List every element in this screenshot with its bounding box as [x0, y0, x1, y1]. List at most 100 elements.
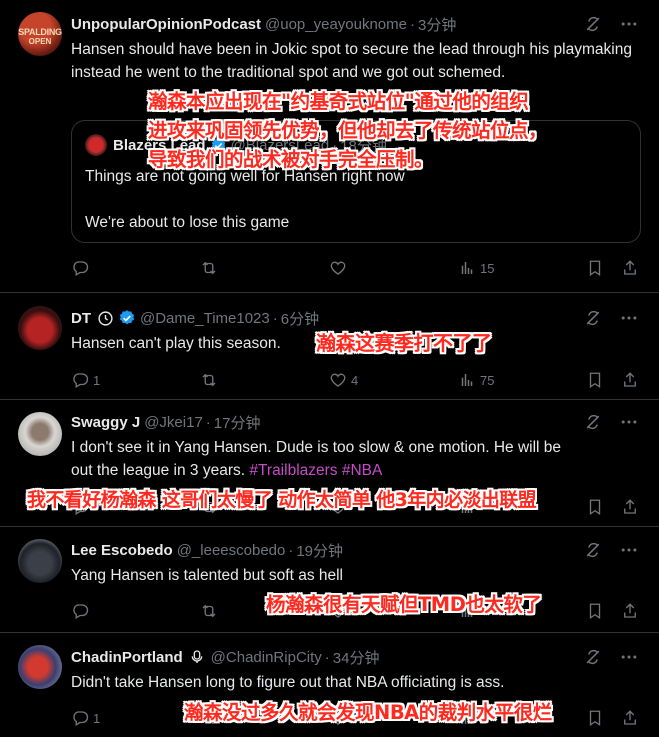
tweet-text: Hansen should have been in Jokic spot to…: [71, 41, 632, 81]
reply-button[interactable]: [71, 600, 89, 622]
bookmark-icon: [586, 602, 604, 620]
reply-count: 1: [93, 372, 101, 388]
share-icon: [621, 259, 639, 277]
caption-line: 瀚森本应出现在"约基奇式站位"通过他的组织: [148, 90, 529, 113]
action-bar: 1 4 75: [71, 369, 641, 391]
avatar-logo-text: SPALDING: [18, 27, 62, 37]
clock-badge-icon: [97, 310, 114, 327]
caption-line: 导致我们的战术被对手完全压制。: [148, 148, 434, 171]
bookmark-button[interactable]: [586, 496, 604, 518]
more-icon[interactable]: [619, 412, 639, 432]
tweet-3[interactable]: Swaggy J @Jkei17 · 17分钟 I don't see it i…: [0, 400, 659, 527]
grok-icon[interactable]: [583, 308, 603, 328]
timestamp[interactable]: 34分钟: [333, 647, 380, 668]
display-name[interactable]: UnpopularOpinionPodcast: [71, 16, 261, 33]
bookmark-icon: [586, 498, 604, 516]
tweet-2[interactable]: DT @Dame_Time1023 · 6分钟 Hansen can't pla…: [0, 293, 659, 400]
views-icon: [458, 371, 476, 389]
retweet-button[interactable]: [200, 600, 218, 622]
reply-button[interactable]: 1: [71, 369, 100, 391]
views-count: 15: [480, 260, 495, 276]
timestamp[interactable]: 6分钟: [281, 308, 319, 329]
display-name[interactable]: Swaggy J: [71, 414, 140, 431]
bookmark-icon: [586, 259, 604, 277]
share-button[interactable]: [621, 600, 639, 622]
avatar[interactable]: SPALDING OPEN: [18, 12, 62, 56]
separator-dot: ·: [410, 15, 415, 33]
display-name[interactable]: Lee Escobedo: [71, 542, 173, 559]
more-icon[interactable]: [619, 647, 639, 667]
like-count: 4: [351, 372, 359, 388]
tweet-text: I don't see it in Yang Hansen. Dude is t…: [71, 436, 641, 482]
tweet-header: UnpopularOpinionPodcast @uop_yeayouknome…: [71, 14, 456, 34]
display-name[interactable]: ChadinPortland: [71, 649, 183, 666]
caption-line: 进攻来巩固领先优势，但他却去了传统站位点，: [148, 119, 548, 142]
bookmark-button[interactable]: [586, 707, 604, 729]
grok-icon[interactable]: [583, 14, 603, 34]
user-handle[interactable]: @Jkei17: [144, 414, 203, 431]
views-icon: [458, 259, 476, 277]
tweet-header: Lee Escobedo @_leeescobedo · 19分钟: [71, 540, 343, 560]
tweet-header: DT @Dame_Time1023 · 6分钟: [71, 308, 319, 328]
reply-button[interactable]: [71, 257, 89, 279]
user-handle[interactable]: @uop_yeayouknome: [265, 16, 407, 33]
grok-icon[interactable]: [583, 412, 603, 432]
reply-button[interactable]: 1: [71, 707, 100, 729]
like-button[interactable]: [329, 257, 347, 279]
reply-icon: [71, 259, 89, 277]
avatar[interactable]: [18, 539, 62, 583]
avatar[interactable]: [18, 645, 62, 689]
share-button[interactable]: [621, 496, 639, 518]
tweet-4[interactable]: Lee Escobedo @_leeescobedo · 19分钟 Yang H…: [0, 527, 659, 633]
user-handle[interactable]: @_leeescobedo: [177, 542, 286, 559]
translation-caption: 我不看好杨瀚森 这哥们太慢了 动作太简单 他3年内必淡出联盟: [27, 489, 537, 511]
tweet-text-segment: out the league in 3 years.: [71, 462, 246, 479]
tweet-text-line: out the league in 3 years. #Trailblazers…: [71, 459, 641, 482]
share-button[interactable]: [621, 369, 639, 391]
share-button[interactable]: [621, 707, 639, 729]
hashtag-link[interactable]: #Trailblazers: [249, 462, 337, 479]
bookmark-button[interactable]: [586, 369, 604, 391]
reply-icon: [71, 371, 89, 389]
verified-badge-icon: [118, 309, 136, 327]
tweet-5[interactable]: ChadinPortland @ChadinRipCity · 34分钟 Did…: [0, 633, 659, 737]
more-icon[interactable]: [619, 540, 639, 560]
display-name[interactable]: DT: [71, 310, 91, 327]
bookmark-button[interactable]: [586, 257, 604, 279]
translation-caption: 杨瀚森很有天赋但TMD也太软了: [266, 593, 542, 616]
translation-caption: 瀚森这赛季打不了了: [316, 331, 492, 355]
tweet-header: ChadinPortland @ChadinRipCity · 34分钟: [71, 647, 379, 667]
tweet-text: Yang Hansen is talented but soft as hell: [71, 567, 343, 584]
views-button[interactable]: 75: [458, 369, 494, 391]
more-icon[interactable]: [619, 14, 639, 34]
grok-icon[interactable]: [583, 540, 603, 560]
reply-icon: [71, 602, 89, 620]
bookmark-button[interactable]: [586, 600, 604, 622]
separator-dot: ·: [205, 413, 211, 431]
quote-text: Things are not going well for Hansen rig…: [85, 165, 405, 234]
grok-icon[interactable]: [583, 647, 603, 667]
retweet-button[interactable]: [200, 369, 218, 391]
hashtag-link[interactable]: #NBA: [342, 462, 383, 479]
translation-caption: 瀚森本应出现在"约基奇式站位"通过他的组织 进攻来巩固领先优势，但他却去了传统站…: [148, 87, 548, 174]
reply-icon: [71, 709, 89, 727]
microphone-badge-icon: [189, 649, 205, 665]
timestamp[interactable]: 19分钟: [296, 540, 343, 561]
tweet-header: Swaggy J @Jkei17 · 17分钟: [71, 412, 260, 432]
user-handle[interactable]: @Dame_Time1023: [140, 310, 270, 327]
tweet-1[interactable]: SPALDING OPEN UnpopularOpinionPodcast @u…: [0, 0, 659, 293]
views-button[interactable]: 15: [458, 257, 494, 279]
more-icon[interactable]: [619, 308, 639, 328]
separator-dot: ·: [288, 541, 294, 559]
action-bar: 15: [71, 257, 641, 279]
timestamp[interactable]: 3分钟: [418, 14, 456, 35]
like-button[interactable]: 4: [329, 369, 358, 391]
share-button[interactable]: [621, 257, 639, 279]
timestamp[interactable]: 17分钟: [214, 412, 261, 433]
separator-dot: ·: [324, 648, 330, 666]
avatar[interactable]: [18, 306, 62, 350]
user-handle[interactable]: @ChadinRipCity: [211, 649, 322, 666]
retweet-icon: [200, 371, 218, 389]
avatar[interactable]: [18, 412, 62, 456]
retweet-button[interactable]: [200, 257, 218, 279]
